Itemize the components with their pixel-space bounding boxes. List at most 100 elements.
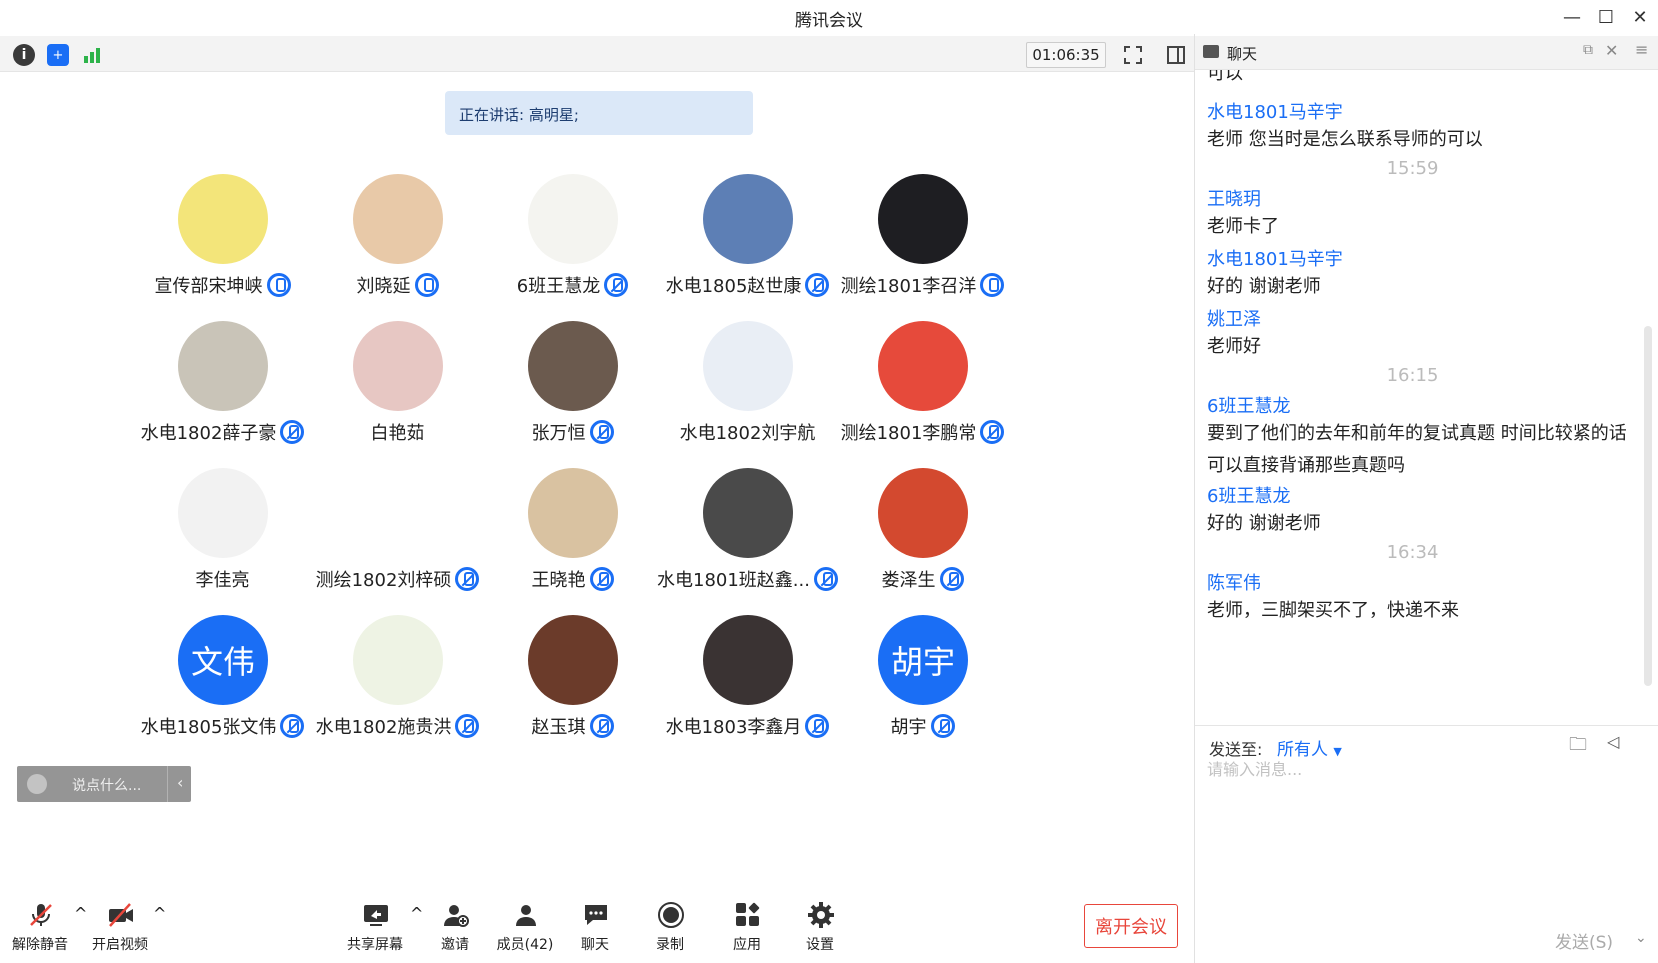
- participant-name: 赵玉琪: [531, 717, 586, 738]
- avatar: [353, 615, 443, 705]
- unmute-button[interactable]: 解除静音: [5, 890, 75, 960]
- fullscreen-icon[interactable]: [1122, 44, 1144, 66]
- avatar: [878, 321, 968, 411]
- chat-timestamp: 16:34: [1386, 542, 1439, 563]
- popout-icon[interactable]: ⧉: [1583, 42, 1593, 58]
- record-label: 录制: [656, 937, 684, 953]
- chat-input[interactable]: 请输入消息...: [1207, 756, 1302, 780]
- mic-muted-icon: [939, 567, 964, 591]
- participant-name: 测绘1801李鹏常: [840, 423, 977, 444]
- chat-sender-name: 姚卫泽: [1207, 309, 1261, 330]
- settings-label: 设置: [806, 937, 834, 953]
- participant-name: 6班王慧龙: [516, 276, 601, 297]
- chat-message-text: 老师好: [1207, 336, 1261, 357]
- avatar: [178, 321, 268, 411]
- mic-icon: [980, 273, 1005, 297]
- chat-message-text: 好的 谢谢老师: [1207, 276, 1321, 297]
- chat-title: 聊天: [1227, 45, 1258, 63]
- chat-icon: [1203, 45, 1219, 58]
- mic-muted-icon: [589, 420, 614, 444]
- speaking-banner: 正在讲话: 高明星;: [445, 91, 753, 135]
- unmute-label: 解除静音: [12, 937, 68, 953]
- participant-name-row: 娄泽生: [810, 566, 1035, 592]
- members-button[interactable]: 成员(42): [490, 890, 560, 960]
- say-something-box[interactable]: 说点什么... ‹: [17, 766, 191, 802]
- chat-message-text: 要到了他们的去年和前年的复试真题 时间比较紧的话 可以直接背诵那些真题吗: [1207, 423, 1627, 476]
- participant-name: 水电1801班赵鑫...: [657, 570, 810, 591]
- collapse-icon[interactable]: ‹: [177, 773, 183, 792]
- send-options-chevron-icon[interactable]: ⌄: [1635, 930, 1647, 946]
- video-options-chevron-icon[interactable]: ^: [153, 904, 166, 923]
- start-video-label: 开启视频: [92, 937, 148, 953]
- share-screen-label: 共享屏幕: [347, 937, 403, 953]
- chat-message-text: 可以: [1207, 70, 1243, 84]
- avatar: 胡宇: [878, 615, 968, 705]
- start-video-button[interactable]: 开启视频: [85, 890, 155, 960]
- shield-icon[interactable]: +: [47, 44, 69, 66]
- participant-tile[interactable]: 胡宇 胡宇: [830, 611, 1015, 761]
- mic-muted-icon: [589, 567, 614, 591]
- say-something-label: 说点什么...: [72, 778, 142, 794]
- divider: [167, 766, 168, 802]
- avatar: [178, 174, 268, 264]
- signal-icon[interactable]: [81, 44, 103, 66]
- apps-button[interactable]: 应用: [712, 890, 782, 960]
- chat-message-text: 老师 您当时是怎么联系导师的可以: [1207, 129, 1483, 150]
- leave-meeting-button[interactable]: 离开会议: [1084, 904, 1178, 948]
- participant-name: 刘晓延: [356, 276, 411, 297]
- folder-icon[interactable]: 🗀: [1569, 732, 1587, 762]
- avatar: [528, 468, 618, 558]
- record-button[interactable]: 录制: [635, 890, 705, 960]
- participant-tile[interactable]: 娄泽生: [830, 464, 1015, 614]
- mic-muted-icon: [930, 714, 955, 738]
- meeting-toolbar: i + 01:06:35: [0, 36, 1195, 72]
- settings-button[interactable]: 设置: [785, 890, 855, 960]
- chat-sender-name: 陈军伟: [1207, 573, 1261, 594]
- participant-tile[interactable]: 测绘1801李召洋: [830, 170, 1015, 320]
- members-label: 成员(42): [496, 937, 554, 953]
- window-title: 腾讯会议: [795, 11, 863, 31]
- avatar: [528, 321, 618, 411]
- maximize-icon[interactable]: ☐: [1592, 4, 1620, 30]
- close-icon[interactable]: ✕: [1626, 4, 1654, 30]
- send-button[interactable]: 发送(S): [1555, 928, 1613, 953]
- chat-timestamp: 15:59: [1386, 158, 1439, 179]
- avatar: [703, 615, 793, 705]
- mic-icon: [414, 273, 439, 297]
- avatar: [353, 468, 443, 558]
- menu-icon[interactable]: ≡: [1635, 40, 1648, 59]
- chat-button[interactable]: 聊天: [560, 890, 630, 960]
- minimize-icon[interactable]: —: [1558, 4, 1586, 30]
- sidebar-toggle-icon[interactable]: [1165, 44, 1187, 66]
- participant-name-row: 胡宇: [810, 713, 1035, 739]
- participant-name: 宣传部宋坤峡: [154, 276, 263, 297]
- info-icon[interactable]: i: [13, 44, 35, 66]
- participant-name: 王晓艳: [531, 570, 586, 591]
- avatar: [353, 321, 443, 411]
- chat-timestamp: 16:15: [1386, 365, 1439, 386]
- chat-close-icon[interactable]: ✕: [1605, 41, 1618, 60]
- participant-name: 水电1803李鑫月: [665, 717, 802, 738]
- invite-label: 邀请: [441, 937, 469, 953]
- participant-name: 测绘1802刘梓硕: [315, 570, 452, 591]
- avatar: [528, 174, 618, 264]
- participant-grid: 宣传部宋坤峡 刘晓延 6班王慧龙 水电1805赵世康 测绘1801李召洋 水电1802薛子…: [130, 170, 1070, 800]
- chat-sender-name: 水电1801马辛宇: [1207, 102, 1343, 123]
- participant-name: 测绘1801李召洋: [840, 276, 977, 297]
- dropdown-arrow-icon: ▼: [1333, 745, 1342, 758]
- invite-button[interactable]: 邀请: [420, 890, 490, 960]
- avatar: 文伟: [178, 615, 268, 705]
- speaker-icon[interactable]: ◁: [1607, 732, 1619, 751]
- participant-name: 水电1802刘宇航: [679, 423, 816, 444]
- chat-scrollbar[interactable]: [1644, 326, 1652, 686]
- share-screen-button[interactable]: 共享屏幕: [340, 890, 410, 960]
- emoji-icon[interactable]: [27, 774, 47, 794]
- chat-message-text: 老师，三脚架买不了，快递不来: [1207, 600, 1459, 621]
- avatar: [703, 174, 793, 264]
- chat-sender-name: 王晓玥: [1207, 189, 1261, 210]
- title-bar: 腾讯会议 — ☐ ✕: [0, 0, 1658, 34]
- participant-tile[interactable]: 测绘1801李鹏常: [830, 317, 1015, 467]
- participant-name: 水电1805赵世康: [665, 276, 802, 297]
- avatar: [703, 468, 793, 558]
- participant-name: 白艳茹: [370, 423, 425, 444]
